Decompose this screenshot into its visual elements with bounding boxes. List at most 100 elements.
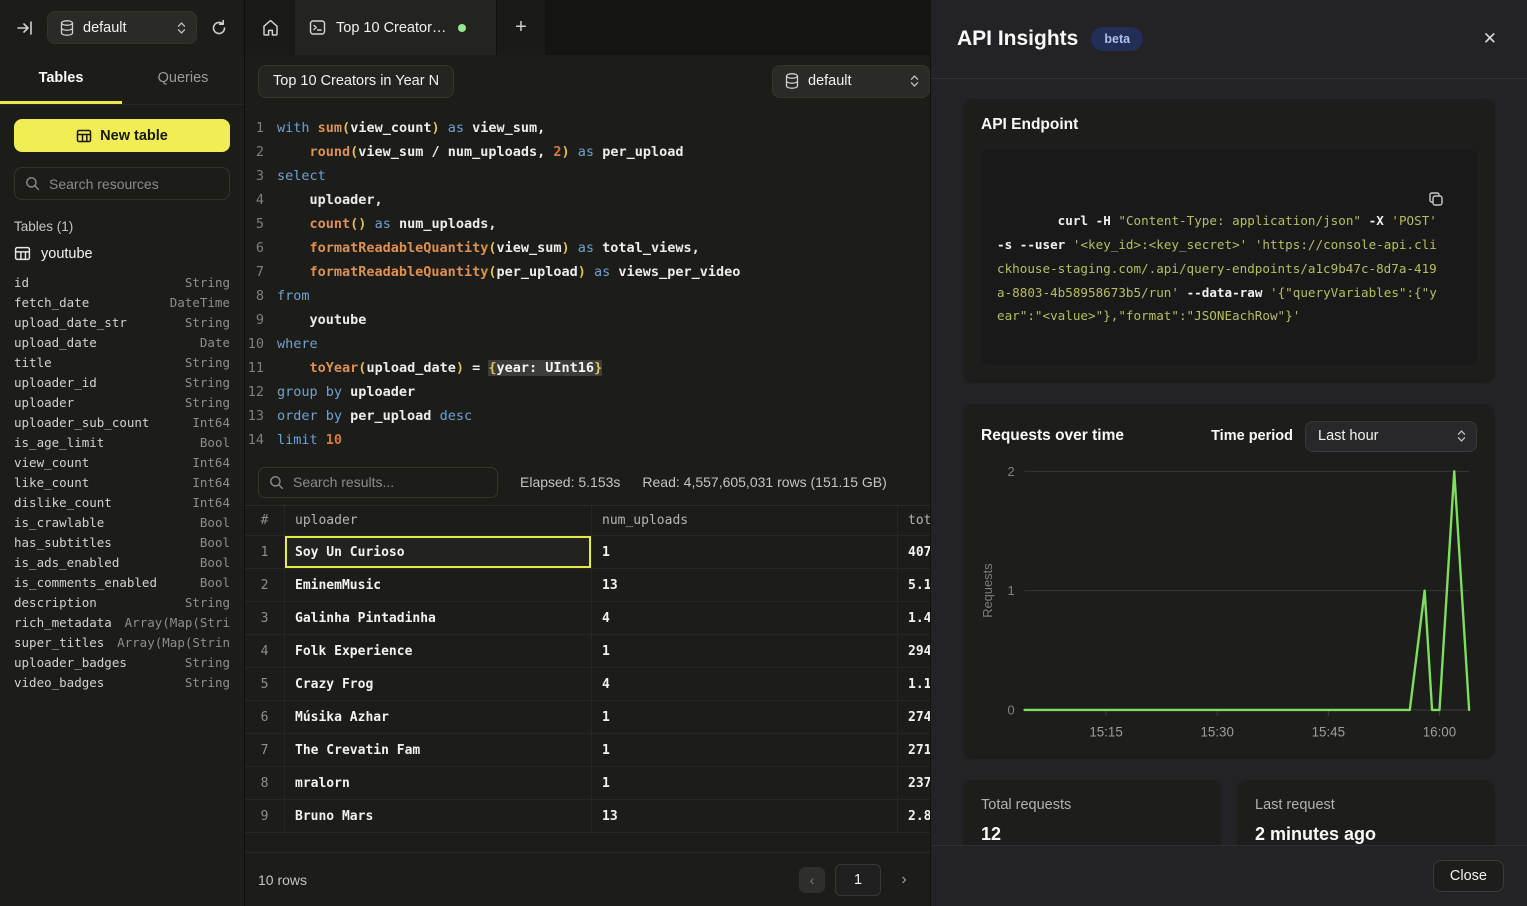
table-cell[interactable]: 1.4	[898, 602, 930, 634]
code-token	[570, 144, 578, 160]
column-row[interactable]: titleString	[14, 353, 230, 373]
results-search[interactable]	[258, 467, 498, 498]
database-icon	[60, 20, 74, 36]
table-cell[interactable]: 274	[898, 701, 930, 733]
new-tab-button[interactable]: +	[497, 0, 545, 55]
results-search-input[interactable]	[293, 474, 487, 490]
close-icon[interactable]: ✕	[1483, 29, 1497, 49]
time-period-label: Time period	[1211, 428, 1293, 444]
line-number: 13	[245, 404, 277, 428]
copy-icon[interactable]	[1428, 161, 1465, 237]
table-cell[interactable]: 1	[592, 701, 898, 733]
api-endpoint-card: API Endpoint curl -H "Content-Type: appl…	[963, 99, 1495, 383]
editor-database-selector[interactable]: default	[772, 65, 930, 98]
search-icon	[25, 176, 40, 191]
column-row[interactable]: uploader_sub_countInt64	[14, 413, 230, 433]
table-cell[interactable]: 4	[592, 602, 898, 634]
table-cell[interactable]: 13	[592, 569, 898, 601]
column-row[interactable]: video_badgesString	[14, 673, 230, 693]
column-row[interactable]: upload_date_strString	[14, 313, 230, 333]
column-row[interactable]: uploader_idString	[14, 373, 230, 393]
close-button[interactable]: Close	[1433, 860, 1504, 892]
total-requests-label: Total requests	[981, 797, 1203, 813]
database-selector[interactable]: default	[47, 11, 197, 44]
table-cell[interactable]: 13	[592, 800, 898, 832]
rows-read: Read: 4,557,605,031 rows (151.15 GB)	[642, 474, 886, 490]
table-cell[interactable]: 1	[592, 734, 898, 766]
table-cell[interactable]: Galinha Pintadinha	[285, 602, 592, 634]
sql-code: select	[277, 164, 326, 188]
column-type: Bool	[200, 553, 230, 573]
column-header-num[interactable]: #	[245, 506, 285, 535]
column-row[interactable]: super_titlesArray(Map(Strin	[14, 633, 230, 653]
code-token	[1247, 237, 1255, 252]
tab-queries[interactable]: Queries	[122, 55, 244, 104]
code-token: uploader,	[277, 192, 383, 208]
column-row[interactable]: dislike_countInt64	[14, 493, 230, 513]
prev-page-button[interactable]: ‹	[799, 867, 825, 893]
column-row[interactable]: uploaderString	[14, 393, 230, 413]
table-cell[interactable]: Soy Un Curioso	[285, 536, 592, 568]
table-cell[interactable]: Bruno Mars	[285, 800, 592, 832]
sql-editor[interactable]: 1with sum(view_count) as view_sum,2 roun…	[245, 107, 930, 459]
table-cell[interactable]: 1	[592, 767, 898, 799]
table-cell[interactable]: 294	[898, 635, 930, 667]
table-row: 3Galinha Pintadinha41.4	[245, 602, 930, 635]
collapse-sidebar-button[interactable]	[12, 15, 38, 41]
column-name: upload_date	[14, 333, 97, 353]
column-row[interactable]: is_comments_enabledBool	[14, 573, 230, 593]
sql-code: limit 10	[277, 428, 342, 452]
tab-tables[interactable]: Tables	[0, 55, 122, 104]
table-cell[interactable]: Crazy Frog	[285, 668, 592, 700]
column-row[interactable]: is_ads_enabledBool	[14, 553, 230, 573]
column-name: upload_date_str	[14, 313, 127, 333]
column-row[interactable]: is_crawlableBool	[14, 513, 230, 533]
column-row[interactable]: descriptionString	[14, 593, 230, 613]
sql-line: 4 uploader,	[245, 188, 930, 212]
column-row[interactable]: is_age_limitBool	[14, 433, 230, 453]
column-row[interactable]: has_subtitlesBool	[14, 533, 230, 553]
table-cell[interactable]: Folk Experience	[285, 635, 592, 667]
table-cell[interactable]: The Crevatin Fam	[285, 734, 592, 766]
column-header-total_views[interactable]: total_views	[898, 506, 930, 535]
table-cell[interactable]: EminemMusic	[285, 569, 592, 601]
column-row[interactable]: uploader_badgesString	[14, 653, 230, 673]
resource-search-input[interactable]	[49, 176, 219, 192]
column-row[interactable]: view_countInt64	[14, 453, 230, 473]
query-title-button[interactable]: Top 10 Creators in Year N	[258, 65, 454, 98]
query-tab-active[interactable]: Top 10 Creator…	[295, 0, 497, 55]
column-row[interactable]: like_countInt64	[14, 473, 230, 493]
column-type: Date	[200, 333, 230, 353]
sidebar-item-youtube-table[interactable]: youtube	[14, 245, 230, 262]
column-row[interactable]: fetch_dateDateTime	[14, 293, 230, 313]
sql-code: round(view_sum / num_uploads, 2) as per_…	[277, 140, 683, 164]
current-page[interactable]: 1	[835, 864, 881, 896]
table-cell[interactable]: Músika Azhar	[285, 701, 592, 733]
resource-search[interactable]	[14, 167, 230, 200]
column-header-uploader[interactable]: uploader	[285, 506, 592, 535]
column-row[interactable]: rich_metadataArray(Map(Stri	[14, 613, 230, 633]
time-period-select[interactable]: Last hour	[1305, 421, 1477, 452]
column-header-num_uploads[interactable]: num_uploads	[592, 506, 898, 535]
refresh-button[interactable]	[206, 15, 232, 41]
table-cell[interactable]: 271	[898, 734, 930, 766]
column-type: Int64	[192, 453, 230, 473]
svg-text:Requests: Requests	[980, 563, 995, 617]
table-cell[interactable]: 2.8	[898, 800, 930, 832]
new-table-button[interactable]: New table	[14, 119, 230, 152]
table-cell[interactable]: 1	[592, 635, 898, 667]
table-cell[interactable]: 1	[592, 536, 898, 568]
table-cell[interactable]: 237	[898, 767, 930, 799]
row-index: 4	[245, 635, 285, 667]
column-row[interactable]: upload_date Date	[14, 333, 230, 353]
table-cell[interactable]: 5.1	[898, 569, 930, 601]
table-cell[interactable]: 4	[592, 668, 898, 700]
column-row[interactable]: idString	[14, 273, 230, 293]
table-cell[interactable]: 407	[898, 536, 930, 568]
line-number: 4	[245, 188, 277, 212]
next-page-button[interactable]: ›	[891, 867, 917, 893]
row-index: 9	[245, 800, 285, 832]
home-button[interactable]	[245, 0, 295, 55]
table-cell[interactable]: 1.1	[898, 668, 930, 700]
table-cell[interactable]: mralorn	[285, 767, 592, 799]
